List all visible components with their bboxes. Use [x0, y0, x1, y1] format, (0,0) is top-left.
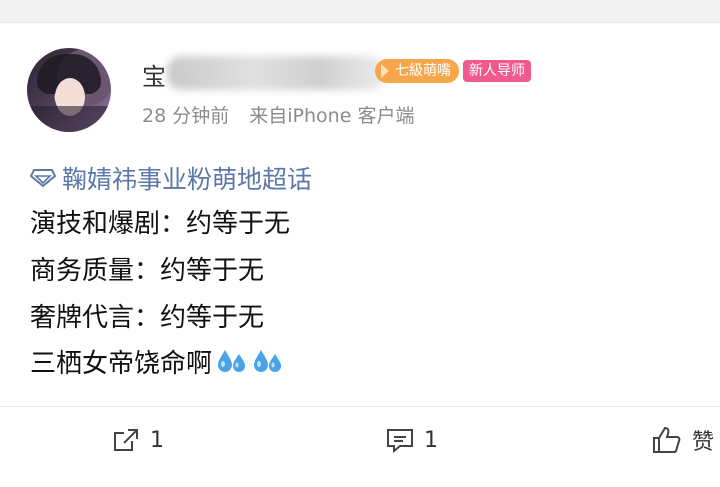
- post-time: 28 分钟前: [142, 105, 230, 127]
- avatar-shadow: [27, 106, 111, 132]
- level-badge-label: 七級萌嘴: [395, 63, 451, 79]
- comment-count: 1: [424, 427, 438, 453]
- topic-label: 鞠婧祎事业粉萌地超话: [62, 165, 313, 194]
- diamond-icon: [30, 169, 56, 188]
- post-line-4-text: 三栖女帝饶命啊: [30, 349, 213, 379]
- level-badge-chevron-icon: [381, 64, 389, 78]
- post-line-1: 演技和爆剧：约等于无: [30, 209, 291, 239]
- like-button[interactable]: 赞: [652, 423, 714, 457]
- author-name-blurred: [167, 56, 385, 90]
- share-button[interactable]: 1: [112, 423, 164, 457]
- sweat-drops-icon: [218, 349, 246, 372]
- post-line-4: 三栖女帝饶命啊: [30, 343, 284, 380]
- post-line-3: 奢牌代言：约等于无: [30, 303, 265, 333]
- level-badge[interactable]: 七級萌嘴: [375, 59, 459, 83]
- top-bar: [0, 0, 720, 23]
- like-label: 赞: [692, 430, 715, 455]
- post-meta: 28 分钟前 来自iPhone 客户端: [142, 101, 414, 128]
- share-icon: [114, 429, 138, 451]
- divider: [0, 406, 720, 407]
- mentor-badge[interactable]: 新人导师: [463, 60, 531, 82]
- thumbs-up-icon: [653, 426, 681, 453]
- comment-button[interactable]: 1: [386, 423, 438, 457]
- topic-link[interactable]: 鞠婧祎事业粉萌地超话: [30, 160, 312, 196]
- share-count: 1: [150, 427, 164, 453]
- author-name[interactable]: 宝: [142, 57, 166, 92]
- post-source: 来自iPhone 客户端: [249, 105, 415, 127]
- sweat-drops-icon: [254, 349, 282, 372]
- post-line-2: 商务质量：约等于无: [30, 256, 265, 286]
- avatar[interactable]: [27, 48, 111, 132]
- comment-icon: [387, 429, 413, 453]
